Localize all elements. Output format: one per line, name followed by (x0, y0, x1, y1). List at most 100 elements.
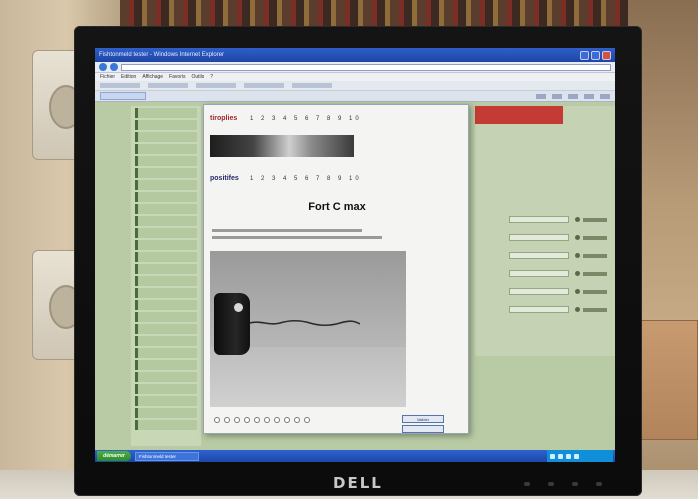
value-field[interactable] (509, 270, 569, 277)
favorite-link[interactable] (100, 83, 140, 88)
status-dot-icon (575, 289, 580, 294)
value-field[interactable] (509, 234, 569, 241)
validate-button[interactable]: Valider (402, 415, 444, 423)
rating-row: ​ (210, 417, 310, 423)
start-button[interactable]: démarrer (97, 451, 131, 461)
left-menu-item[interactable] (135, 408, 197, 418)
favorite-link[interactable] (196, 83, 236, 88)
left-menu-item[interactable] (135, 420, 197, 430)
left-menu-item[interactable] (135, 192, 197, 202)
row2-digits: 1 2 3 4 5 6 7 8 9 10 (250, 176, 362, 182)
photo-floor (210, 347, 406, 407)
tray-icon[interactable] (574, 453, 579, 459)
left-menu-item[interactable] (135, 372, 197, 382)
home-icon[interactable] (536, 93, 546, 99)
monitor-button[interactable] (524, 482, 530, 486)
status-dot-icon (575, 217, 580, 222)
window-titlebar[interactable]: Fishtonmeld tester - Windows Internet Ex… (95, 48, 615, 62)
rating-radio[interactable] (234, 417, 240, 423)
tools-menu-icon[interactable] (600, 93, 610, 99)
rating-radio[interactable] (224, 417, 230, 423)
left-menu-item[interactable] (135, 240, 197, 250)
tray-icon[interactable] (550, 453, 555, 459)
row2-label: positifes (210, 175, 239, 182)
page-menu-icon[interactable] (584, 93, 594, 99)
rating-radio[interactable] (274, 417, 280, 423)
left-menu-item[interactable] (135, 360, 197, 370)
left-menu-item[interactable] (135, 120, 197, 130)
left-menu-item[interactable] (135, 156, 197, 166)
close-button[interactable] (602, 50, 611, 60)
browser-tab[interactable] (100, 92, 146, 100)
value-field[interactable] (509, 306, 569, 313)
favorites-bar (95, 81, 615, 91)
popup-window: tiroplies 1 2 3 4 5 6 7 8 9 10 positifes… (203, 104, 469, 434)
left-menu-item[interactable] (135, 336, 197, 346)
left-menu-item[interactable] (135, 216, 197, 226)
left-menu-item[interactable] (135, 264, 197, 274)
menu-item[interactable]: Fichier (100, 74, 115, 80)
maximize-button[interactable] (591, 50, 600, 60)
left-menu-item[interactable] (135, 396, 197, 406)
rating-radio[interactable] (254, 417, 260, 423)
value-field[interactable] (509, 288, 569, 295)
left-menu-item[interactable] (135, 300, 197, 310)
left-menu-item[interactable] (135, 180, 197, 190)
cardboard-box (640, 320, 698, 440)
menu-item[interactable]: Outils (191, 74, 204, 80)
status-dot-icon (575, 271, 580, 276)
value-field[interactable] (509, 252, 569, 259)
url-input[interactable] (121, 63, 611, 71)
left-menu-item[interactable] (135, 348, 197, 358)
address-bar (95, 62, 615, 73)
left-menu-item[interactable] (135, 228, 197, 238)
tray-icon[interactable] (566, 453, 571, 459)
rating-radio[interactable] (284, 417, 290, 423)
left-menu-item[interactable] (135, 312, 197, 322)
secondary-button[interactable] (402, 425, 444, 433)
power-button[interactable] (596, 482, 602, 486)
forward-icon[interactable] (110, 63, 118, 71)
photo-black-object (214, 293, 250, 355)
photo-fiber (250, 319, 360, 327)
rating-radio[interactable] (264, 417, 270, 423)
monitor-button[interactable] (548, 482, 554, 486)
left-menu-item[interactable] (135, 384, 197, 394)
favorite-link[interactable] (244, 83, 284, 88)
popup-instruction-line (212, 229, 362, 232)
feeds-icon[interactable] (552, 93, 562, 99)
menu-item[interactable]: Favoris (169, 74, 185, 80)
monitor-screen: Fishtonmeld tester - Windows Internet Ex… (95, 48, 615, 462)
rating-radio[interactable] (244, 417, 250, 423)
left-menu-item[interactable] (135, 132, 197, 142)
left-menu-item[interactable] (135, 204, 197, 214)
menu-item[interactable]: Affichage (142, 74, 163, 80)
rating-radio[interactable] (304, 417, 310, 423)
left-menu-item[interactable] (135, 324, 197, 334)
menu-bar: Fichier Edition Affichage Favoris Outils… (95, 73, 615, 81)
popup-instruction-line (212, 236, 382, 239)
left-menu-item[interactable] (135, 168, 197, 178)
minimize-button[interactable] (580, 50, 589, 60)
menu-item[interactable]: ? (210, 74, 213, 80)
menu-item[interactable]: Edition (121, 74, 136, 80)
left-menu (131, 106, 201, 446)
sample-strip-image (210, 135, 354, 157)
tray-icon[interactable] (558, 453, 563, 459)
print-icon[interactable] (568, 93, 578, 99)
left-menu-item[interactable] (135, 288, 197, 298)
left-menu-item[interactable] (135, 252, 197, 262)
test-photo (210, 251, 406, 407)
value-field[interactable] (509, 216, 569, 223)
favorite-link[interactable] (148, 83, 188, 88)
rating-radio[interactable] (294, 417, 300, 423)
monitor-button[interactable] (572, 482, 578, 486)
left-menu-item[interactable] (135, 108, 197, 118)
monitor-brand-logo: DELL (333, 474, 383, 492)
back-icon[interactable] (99, 63, 107, 71)
left-menu-item[interactable] (135, 276, 197, 286)
taskbar-item[interactable]: Fishtonmeld tester (135, 451, 199, 461)
rating-radio[interactable] (214, 417, 220, 423)
favorite-link[interactable] (292, 83, 332, 88)
left-menu-item[interactable] (135, 144, 197, 154)
